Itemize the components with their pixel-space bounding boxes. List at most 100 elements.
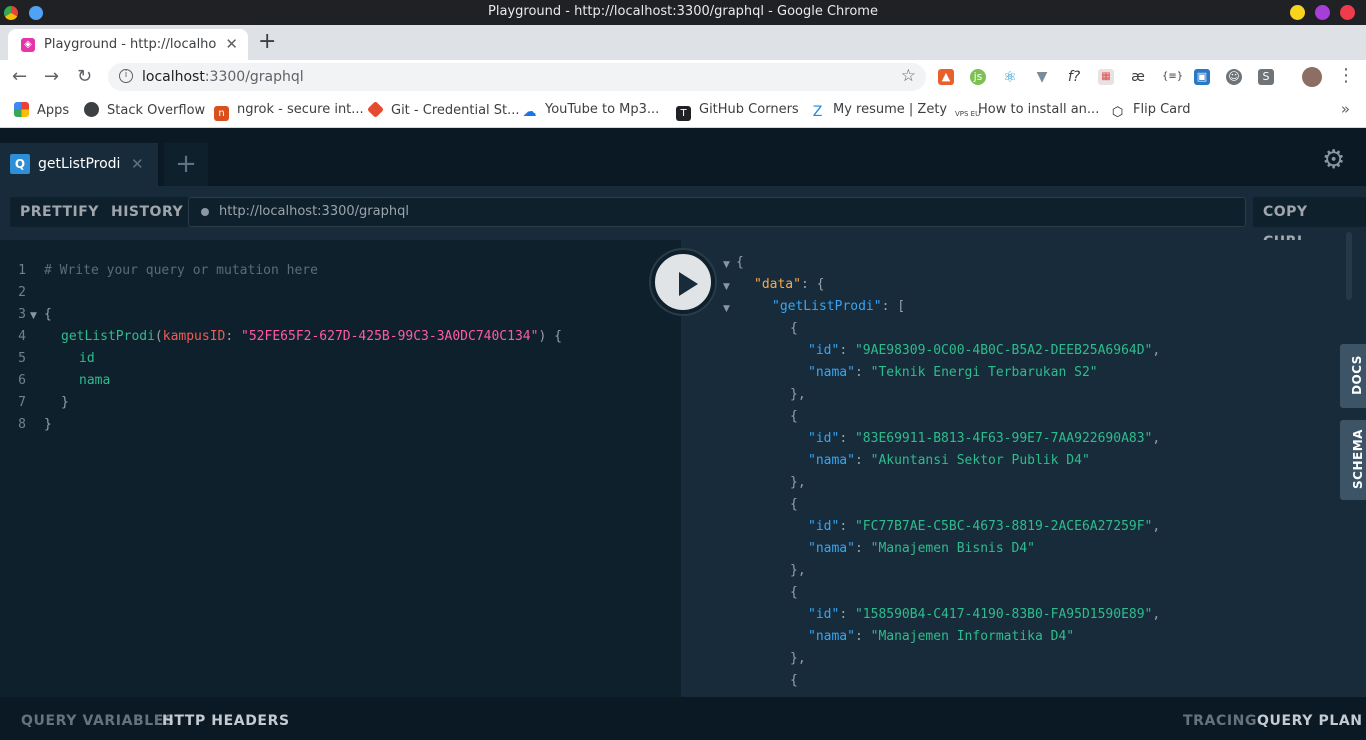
line-number: 3 (18, 307, 26, 322)
add-playground-tab-button[interactable]: + (164, 143, 208, 186)
query-comment: # Write your query or mutation here (44, 263, 318, 278)
extension-icon-2[interactable]: js (970, 69, 986, 85)
close-window-button[interactable] (1340, 5, 1355, 20)
execute-query-button[interactable] (651, 250, 715, 314)
query-variables-tab[interactable]: QUERY VARIABLES (21, 713, 175, 729)
history-button[interactable]: HISTORY (101, 197, 194, 227)
react-devtools-icon[interactable]: ⚛ (1002, 69, 1018, 85)
json-item-nama: "nama": "Manajemen Bisnis D4" (808, 541, 1035, 556)
query-badge: Q (10, 154, 30, 174)
json-brace: { (790, 585, 798, 600)
vue-devtools-icon[interactable]: ▼ (1034, 69, 1050, 85)
close-tab-icon[interactable]: ✕ (225, 35, 238, 53)
json-brace: { (790, 321, 798, 336)
line-number: 7 (18, 395, 26, 410)
browser-toolbar: ← → ↻ i localhost:3300/graphql ☆ ▲ js ⚛ … (0, 60, 1366, 94)
query-subfield: id (79, 351, 95, 366)
new-tab-button[interactable]: + (258, 29, 276, 54)
fold-toggle-icon[interactable]: ▼ (723, 282, 730, 292)
query-plan-tab[interactable]: QUERY PLAN (1257, 713, 1363, 729)
git-icon (367, 101, 384, 118)
graphql-favicon-icon: ◈ (21, 38, 35, 52)
result-scrollbar[interactable] (1346, 232, 1352, 300)
play-icon (679, 272, 698, 296)
json-item-id: "id": "9AE98309-0C00-4B0C-B5A2-DEEB25A69… (808, 343, 1161, 358)
bookmark-zety[interactable]: Z My resume | Zety (810, 102, 947, 120)
bookmark-ngrok[interactable]: n ngrok - secure int... (214, 102, 364, 121)
query-editor[interactable]: 1 2 3 4 5 6 7 8 ▼ # Write your query or … (0, 240, 681, 697)
line-number: 5 (18, 351, 26, 366)
window-title: Playground - http://localhost:3300/graph… (488, 4, 878, 19)
json-list-line: "getListProdi": [ (772, 299, 906, 314)
fold-toggle-icon[interactable]: ▼ (723, 260, 730, 270)
extension-icon-10[interactable]: ☺ (1226, 69, 1242, 85)
bookmark-github-corners[interactable]: T GitHub Corners (676, 102, 799, 121)
query-close-inner: } (61, 395, 69, 410)
globe-icon (84, 102, 99, 117)
json-item-id: "id": "158590B4-C417-4190-83B0-FA95D1590… (808, 607, 1161, 622)
copy-curl-button[interactable]: COPY CURL (1253, 197, 1366, 250)
json-brace: }, (790, 475, 806, 490)
json-extension-icon[interactable]: {≡} (1162, 69, 1183, 85)
function-extension-icon[interactable]: f? (1066, 69, 1082, 85)
chrome-menu-icon[interactable]: ⋮ (1337, 65, 1355, 86)
endpoint-input[interactable]: http://localhost:3300/graphql (188, 197, 1246, 227)
prettify-button[interactable]: PRETTIFY (10, 197, 109, 227)
fold-toggle-icon[interactable]: ▼ (723, 304, 730, 314)
site-info-icon[interactable]: i (119, 69, 133, 83)
vps-eu-icon: VPS EU (955, 110, 981, 118)
json-brace: { (736, 255, 744, 270)
playground-tab-name: getListProdi (38, 156, 121, 172)
bottom-panel-bar: QUERY VARIABLES HTTP HEADERS TRACING QUE… (0, 697, 1366, 740)
back-button[interactable]: ← (12, 66, 27, 87)
bookmark-youtube-mp3[interactable]: ☁ YouTube to Mp3... (522, 102, 660, 120)
json-brace: }, (790, 651, 806, 666)
window-titlebar: Playground - http://localhost:3300/graph… (0, 0, 1366, 25)
browser-tab-strip: ◈ Playground - http://localhost:3300/gra… (0, 25, 1366, 60)
minimize-button[interactable] (1290, 5, 1305, 20)
ae-extension-icon[interactable]: æ (1130, 69, 1146, 85)
maximize-button[interactable] (1315, 5, 1330, 20)
json-item-nama: "nama": "Teknik Energi Terbarukan S2" (808, 365, 1098, 380)
bookmark-git[interactable]: Git - Credential St... (367, 101, 520, 118)
line-number: 1 (18, 263, 26, 278)
docs-tab[interactable]: DOCS (1340, 344, 1366, 408)
extension-icon-11[interactable]: S (1258, 69, 1274, 85)
more-bookmarks-icon[interactable]: » (1341, 100, 1350, 118)
query-close-outer: } (44, 417, 52, 432)
json-brace: }, (790, 387, 806, 402)
playground-tab-bar: Q getListProdi ✕ + ⚙ (0, 128, 1366, 186)
schema-tab[interactable]: SCHEMA (1340, 420, 1366, 500)
bookmark-apps[interactable]: Apps (14, 102, 69, 118)
settings-gear-icon[interactable]: ⚙ (1322, 145, 1345, 175)
bookmark-flip-card[interactable]: ⬡ Flip Card (1110, 102, 1191, 120)
calendar-extension-icon[interactable]: ▦ (1098, 69, 1114, 85)
address-url[interactable]: localhost:3300/graphql (142, 69, 304, 85)
browser-tab[interactable]: ◈ Playground - http://localhost:3300/gra… (8, 29, 248, 60)
http-headers-tab[interactable]: HTTP HEADERS (162, 713, 290, 729)
line-number: 6 (18, 373, 26, 388)
extension-icon-1[interactable]: ▲ (938, 69, 954, 85)
playground-tab[interactable]: Q getListProdi ✕ (0, 143, 158, 186)
extension-icon-9[interactable]: ▣ (1194, 69, 1210, 85)
address-bar[interactable]: i localhost:3300/graphql ☆ (108, 63, 926, 91)
result-pane: ▼ { ▼ "data": { ▼ "getListProdi": [ { "i… (681, 240, 1366, 697)
reload-button[interactable]: ↻ (77, 66, 92, 87)
json-data-line: "data": { (754, 277, 825, 292)
bookmark-stackoverflow[interactable]: Stack Overflow (84, 102, 205, 118)
forward-button[interactable]: → (44, 66, 59, 87)
fold-toggle-icon[interactable]: ▼ (30, 311, 37, 321)
bookmark-vps[interactable]: VPS EUHow to install an... (955, 102, 1099, 126)
line-number: 2 (18, 285, 26, 300)
profile-avatar[interactable] (1302, 67, 1322, 87)
json-item-id: "id": "83E69911-B813-4F63-99E7-7AA922690… (808, 431, 1161, 446)
browser-tab-title: Playground - http://localhost:3300/graph… (44, 37, 216, 52)
close-playground-tab-icon[interactable]: ✕ (131, 155, 144, 173)
tracing-tab[interactable]: TRACING (1183, 713, 1257, 729)
ngrok-icon: n (214, 106, 229, 121)
query-open-brace: { (44, 307, 52, 322)
bookmarks-bar: Apps Stack Overflow n ngrok - secure int.… (0, 94, 1366, 128)
codepen-icon: ⬡ (1111, 105, 1124, 120)
json-brace: { (790, 497, 798, 512)
bookmark-star-icon[interactable]: ☆ (901, 66, 916, 86)
